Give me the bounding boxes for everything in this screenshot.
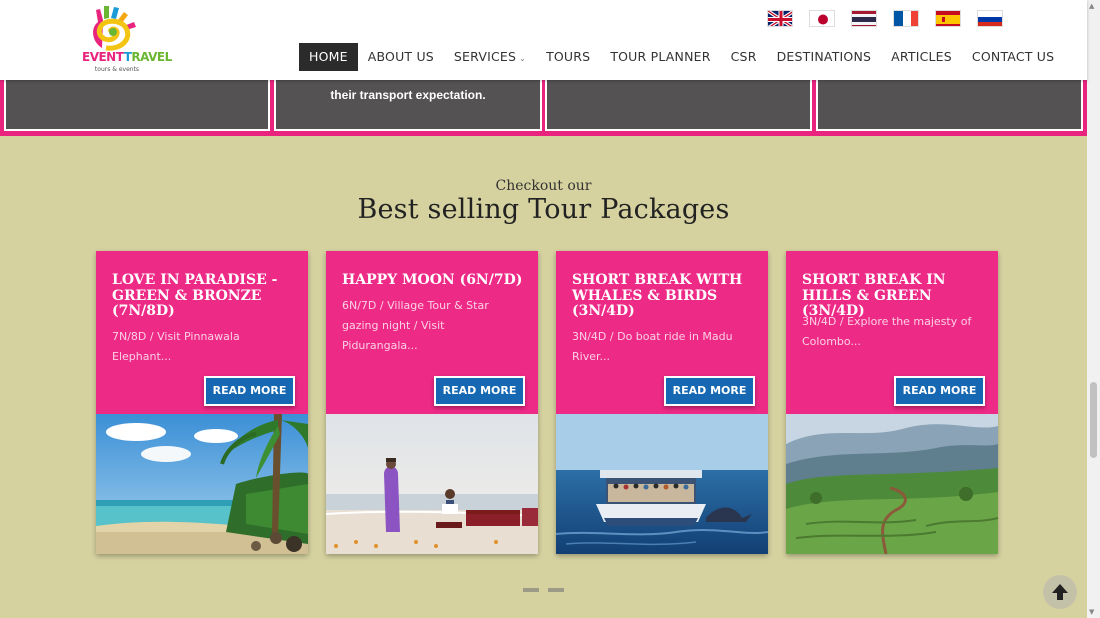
service-card: their transport expectation. (274, 80, 542, 131)
read-more-button[interactable]: READ MORE (894, 376, 985, 406)
package-card-header: SHORT BREAK WITH WHALES & BIRDS (3N/4D) … (556, 251, 768, 414)
arrow-up-icon (1052, 584, 1068, 600)
flag-uk-icon[interactable] (767, 10, 793, 27)
package-title[interactable]: LOVE IN PARADISE - GREEN & BRONZE (7N/8D… (112, 272, 298, 320)
package-card[interactable]: SHORT BREAK IN HILLS & GREEN (3N/4D) 3N/… (786, 251, 998, 554)
package-card-header: LOVE IN PARADISE - GREEN & BRONZE (7N/8D… (96, 251, 308, 414)
service-card (545, 80, 812, 131)
main-nav: HOME ABOUT US SERVICES ⌄ TOURS TOUR PLANN… (299, 43, 1064, 71)
site-header: EVENTTRAVEL tours & events HOME ABOUT US… (0, 0, 1087, 80)
package-description: 6N/7D / Village Tour & Star gazing night… (342, 299, 489, 352)
logo-hands-icon (93, 6, 136, 51)
package-image-beach-palms[interactable] (96, 414, 308, 554)
nav-home[interactable]: HOME (299, 43, 358, 71)
package-image-beach-dinner[interactable] (326, 414, 538, 554)
section-title: Best selling Tour Packages (357, 194, 730, 225)
carousel-dot[interactable] (523, 588, 539, 592)
package-image-tea-hills[interactable] (786, 414, 998, 554)
package-description: 7N/8D / Visit Pinnawala Elephant... (112, 330, 240, 363)
site-logo[interactable]: EVENTTRAVEL tours & events (82, 4, 172, 78)
package-card[interactable]: LOVE IN PARADISE - GREEN & BRONZE (7N/8D… (96, 251, 308, 554)
carousel-dots (523, 588, 564, 592)
package-title[interactable]: SHORT BREAK WITH WHALES & BIRDS (3N/4D) (572, 272, 758, 320)
carousel-dot[interactable] (548, 588, 564, 592)
logo-wordmark: EVENTTRAVEL (82, 50, 172, 64)
nav-destinations[interactable]: DESTINATIONS (767, 43, 882, 71)
scrollbar-thumb[interactable] (1090, 382, 1097, 458)
service-card (816, 80, 1083, 131)
nav-articles[interactable]: ARTICLES (881, 43, 962, 71)
service-card (4, 80, 270, 131)
read-more-button[interactable]: READ MORE (434, 376, 525, 406)
chevron-down-icon: ⌄ (519, 54, 527, 63)
flag-spain-icon[interactable] (935, 10, 961, 27)
page-scrollbar[interactable]: ▲ ▼ (1087, 0, 1100, 618)
service-card-text: their transport expectation. (330, 88, 486, 102)
scroll-up-icon[interactable]: ▲ (1089, 2, 1094, 10)
logo-tagline: tours & events (94, 66, 140, 73)
nav-tour-planner[interactable]: TOUR PLANNER (600, 43, 720, 71)
package-card[interactable]: SHORT BREAK WITH WHALES & BIRDS (3N/4D) … (556, 251, 768, 554)
package-image-whale-boat[interactable] (556, 414, 768, 554)
package-card-header: SHORT BREAK IN HILLS & GREEN (3N/4D) 3N/… (786, 251, 998, 414)
package-description: 3N/4D / Explore the majesty of Colombo..… (802, 315, 972, 348)
back-to-top-button[interactable] (1043, 575, 1077, 609)
package-card-header: HAPPY MOON (6N/7D) 6N/7D / Village Tour … (326, 251, 538, 414)
read-more-button[interactable]: READ MORE (664, 376, 755, 406)
nav-contact-us[interactable]: CONTACT US (962, 43, 1064, 71)
package-title[interactable]: HAPPY MOON (6N/7D) (342, 272, 528, 289)
section-kicker: Checkout our (495, 178, 592, 194)
flag-france-icon[interactable] (893, 10, 919, 27)
flag-japan-icon[interactable] (809, 10, 835, 27)
language-switcher (767, 10, 1003, 27)
nav-csr[interactable]: CSR (721, 43, 767, 71)
flag-thailand-icon[interactable] (851, 10, 877, 27)
read-more-button[interactable]: READ MORE (204, 376, 295, 406)
nav-services[interactable]: SERVICES ⌄ (444, 43, 536, 71)
nav-tours[interactable]: TOURS (536, 43, 600, 71)
flag-russia-icon[interactable] (977, 10, 1003, 27)
nav-about-us[interactable]: ABOUT US (358, 43, 444, 71)
package-description: 3N/4D / Do boat ride in Madu River... (572, 330, 733, 363)
scroll-down-icon[interactable]: ▼ (1089, 608, 1094, 616)
package-card[interactable]: HAPPY MOON (6N/7D) 6N/7D / Village Tour … (326, 251, 538, 554)
